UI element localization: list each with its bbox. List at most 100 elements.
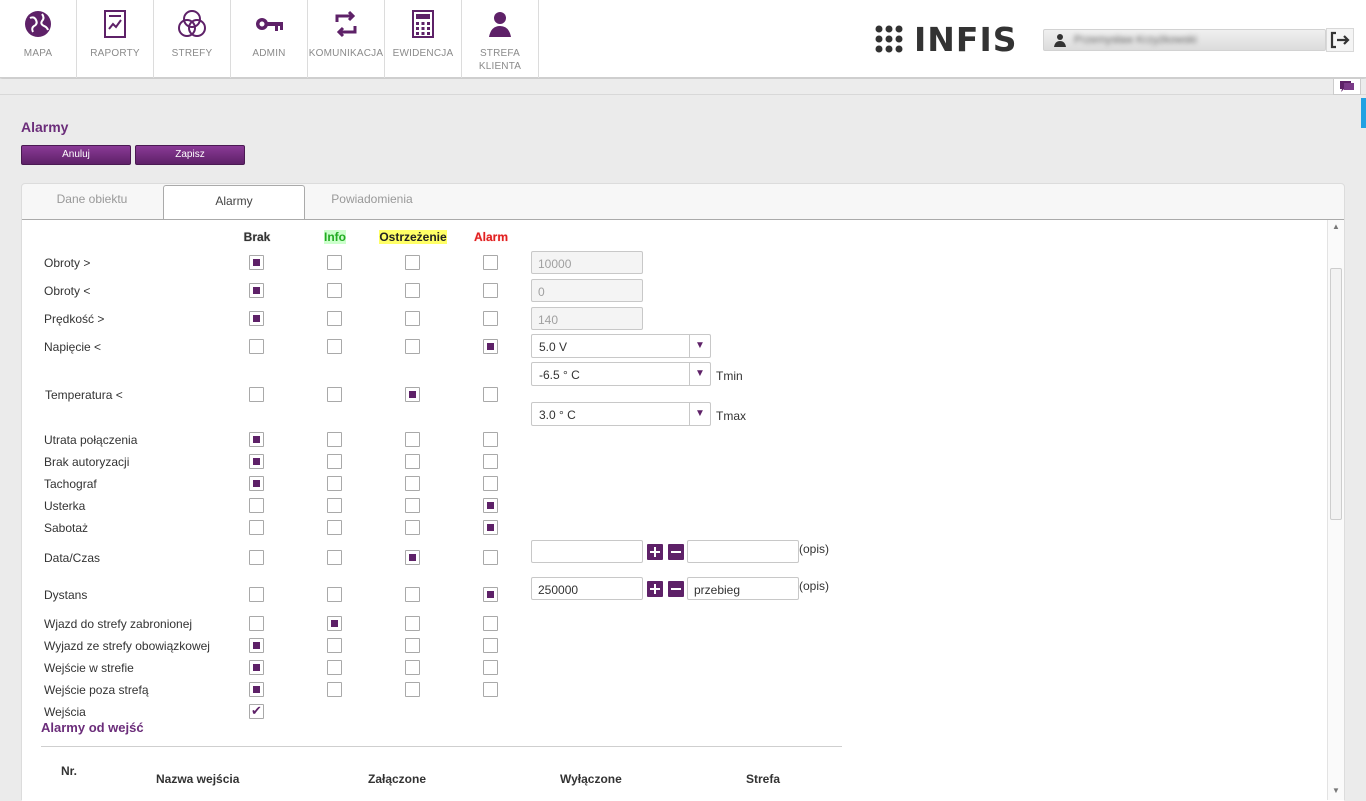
wjazd-info-checkbox[interactable] bbox=[327, 616, 342, 631]
utrata-alarm-checkbox[interactable] bbox=[483, 432, 498, 447]
save-button[interactable]: Zapisz bbox=[135, 145, 245, 165]
nav-label-komunikacja: KOMUNIKACJA bbox=[308, 48, 384, 59]
obroty-gt-alarm-checkbox[interactable] bbox=[483, 255, 498, 270]
temperatura-info-checkbox[interactable] bbox=[327, 387, 342, 402]
obroty-lt-value-input[interactable]: 0 bbox=[531, 279, 643, 302]
dystans-value-input[interactable]: 250000 bbox=[531, 577, 643, 600]
wjazd-brak-checkbox[interactable] bbox=[249, 616, 264, 631]
obroty-gt-brak-checkbox[interactable] bbox=[249, 255, 264, 270]
dystans-alarm-checkbox[interactable] bbox=[483, 587, 498, 602]
nav-item-strefa-klienta[interactable]: STREFA KLIENTA bbox=[462, 0, 539, 78]
dataczas-ostrzezenie-checkbox[interactable] bbox=[405, 550, 420, 565]
dataczas-opis-input[interactable] bbox=[687, 540, 799, 563]
napiecie-alarm-checkbox[interactable] bbox=[483, 339, 498, 354]
dystans-plus-button[interactable] bbox=[647, 581, 663, 597]
wjazd-ostrzezenie-checkbox[interactable] bbox=[405, 616, 420, 631]
tmax-select[interactable]: 3.0 ° C ▼ bbox=[531, 402, 711, 426]
utrata-ostrzezenie-checkbox[interactable] bbox=[405, 432, 420, 447]
dystans-info-checkbox[interactable] bbox=[327, 587, 342, 602]
wyjazd-alarm-checkbox[interactable] bbox=[483, 638, 498, 653]
dystans-ostrzezenie-checkbox[interactable] bbox=[405, 587, 420, 602]
obroty-gt-ostrzezenie-checkbox[interactable] bbox=[405, 255, 420, 270]
temperatura-alarm-checkbox[interactable] bbox=[483, 387, 498, 402]
content-scrollbar[interactable]: ▲ ▼ bbox=[1327, 220, 1344, 800]
usterka-ostrzezenie-checkbox[interactable] bbox=[405, 498, 420, 513]
tachograf-info-checkbox[interactable] bbox=[327, 476, 342, 491]
wejscie-w-info-checkbox[interactable] bbox=[327, 660, 342, 675]
wjazd-alarm-checkbox[interactable] bbox=[483, 616, 498, 631]
wejscie-w-alarm-checkbox[interactable] bbox=[483, 660, 498, 675]
obroty-lt-alarm-checkbox[interactable] bbox=[483, 283, 498, 298]
nav-item-komunikacja[interactable]: KOMUNIKACJA bbox=[308, 0, 385, 78]
wejscie-poza-ostrzezenie-checkbox[interactable] bbox=[405, 682, 420, 697]
obroty-gt-info-checkbox[interactable] bbox=[327, 255, 342, 270]
tab-dane-obiektu[interactable]: Dane obiektu bbox=[32, 184, 152, 220]
tachograf-brak-checkbox[interactable] bbox=[249, 476, 264, 491]
nav-item-strefy[interactable]: STREFY bbox=[154, 0, 231, 78]
autoryzacja-ostrzezenie-checkbox[interactable] bbox=[405, 454, 420, 469]
utrata-info-checkbox[interactable] bbox=[327, 432, 342, 447]
nav-item-ewidencja[interactable]: EWIDENCJA bbox=[385, 0, 462, 78]
predkosc-ostrzezenie-checkbox[interactable] bbox=[405, 311, 420, 326]
wyjazd-brak-checkbox[interactable] bbox=[249, 638, 264, 653]
dataczas-info-checkbox[interactable] bbox=[327, 550, 342, 565]
wyjazd-info-checkbox[interactable] bbox=[327, 638, 342, 653]
scroll-down-icon[interactable]: ▼ bbox=[1332, 786, 1340, 795]
dystans-opis-input[interactable]: przebieg bbox=[687, 577, 799, 600]
wejscie-w-brak-checkbox[interactable] bbox=[249, 660, 264, 675]
napiecie-select[interactable]: 5.0 V ▼ bbox=[531, 334, 711, 358]
wyjazd-ostrzezenie-checkbox[interactable] bbox=[405, 638, 420, 653]
nav-item-mapa[interactable]: MAPA bbox=[0, 0, 77, 78]
tab-alarmy[interactable]: Alarmy bbox=[163, 185, 305, 220]
obroty-lt-brak-checkbox[interactable] bbox=[249, 283, 264, 298]
tachograf-alarm-checkbox[interactable] bbox=[483, 476, 498, 491]
utrata-brak-checkbox[interactable] bbox=[249, 432, 264, 447]
napiecie-brak-checkbox[interactable] bbox=[249, 339, 264, 354]
predkosc-value-input[interactable]: 140 bbox=[531, 307, 643, 330]
obroty-lt-ostrzezenie-checkbox[interactable] bbox=[405, 283, 420, 298]
dystans-minus-button[interactable] bbox=[668, 581, 684, 597]
obroty-lt-info-checkbox[interactable] bbox=[327, 283, 342, 298]
dataczas-value-input[interactable] bbox=[531, 540, 643, 563]
usterka-brak-checkbox[interactable] bbox=[249, 498, 264, 513]
predkosc-brak-checkbox[interactable] bbox=[249, 311, 264, 326]
tab-powiadomienia[interactable]: Powiadomienia bbox=[312, 184, 432, 220]
usterka-alarm-checkbox[interactable] bbox=[483, 498, 498, 513]
wejscie-poza-brak-checkbox[interactable] bbox=[249, 682, 264, 697]
dataczas-plus-button[interactable] bbox=[647, 544, 663, 560]
wejscie-poza-alarm-checkbox[interactable] bbox=[483, 682, 498, 697]
nav-item-admin[interactable]: ADMIN bbox=[231, 0, 308, 78]
tmin-select[interactable]: -6.5 ° C ▼ bbox=[531, 362, 711, 386]
tachograf-ostrzezenie-checkbox[interactable] bbox=[405, 476, 420, 491]
wejscia-checkbox[interactable] bbox=[249, 703, 264, 719]
sabotaz-ostrzezenie-checkbox[interactable] bbox=[405, 520, 420, 535]
dataczas-brak-checkbox[interactable] bbox=[249, 550, 264, 565]
obroty-gt-value-input[interactable]: 10000 bbox=[531, 251, 643, 274]
temperatura-brak-checkbox[interactable] bbox=[249, 387, 264, 402]
temperatura-ostrzezenie-checkbox[interactable] bbox=[405, 387, 420, 402]
napiecie-info-checkbox[interactable] bbox=[327, 339, 342, 354]
napiecie-ostrzezenie-checkbox[interactable] bbox=[405, 339, 420, 354]
user-name: Przemysław Krzyżkowski bbox=[1074, 34, 1197, 46]
wejscie-poza-info-checkbox[interactable] bbox=[327, 682, 342, 697]
cancel-button[interactable]: Anuluj bbox=[21, 145, 131, 165]
user-box[interactable]: Przemysław Krzyżkowski bbox=[1043, 29, 1326, 51]
autoryzacja-info-checkbox[interactable] bbox=[327, 454, 342, 469]
autoryzacja-brak-checkbox[interactable] bbox=[249, 454, 264, 469]
dystans-brak-checkbox[interactable] bbox=[249, 587, 264, 602]
wejscie-w-ostrzezenie-checkbox[interactable] bbox=[405, 660, 420, 675]
sabotaz-info-checkbox[interactable] bbox=[327, 520, 342, 535]
predkosc-alarm-checkbox[interactable] bbox=[483, 311, 498, 326]
usterka-info-checkbox[interactable] bbox=[327, 498, 342, 513]
dataczas-minus-button[interactable] bbox=[668, 544, 684, 560]
dataczas-alarm-checkbox[interactable] bbox=[483, 550, 498, 565]
nav-item-raporty[interactable]: RAPORTY bbox=[77, 0, 154, 78]
chat-button[interactable] bbox=[1333, 79, 1361, 95]
sabotaz-alarm-checkbox[interactable] bbox=[483, 520, 498, 535]
sabotaz-brak-checkbox[interactable] bbox=[249, 520, 264, 535]
scroll-up-icon[interactable]: ▲ bbox=[1332, 222, 1340, 231]
scrollbar-thumb[interactable] bbox=[1330, 268, 1342, 520]
logout-button[interactable] bbox=[1326, 28, 1354, 52]
predkosc-info-checkbox[interactable] bbox=[327, 311, 342, 326]
autoryzacja-alarm-checkbox[interactable] bbox=[483, 454, 498, 469]
